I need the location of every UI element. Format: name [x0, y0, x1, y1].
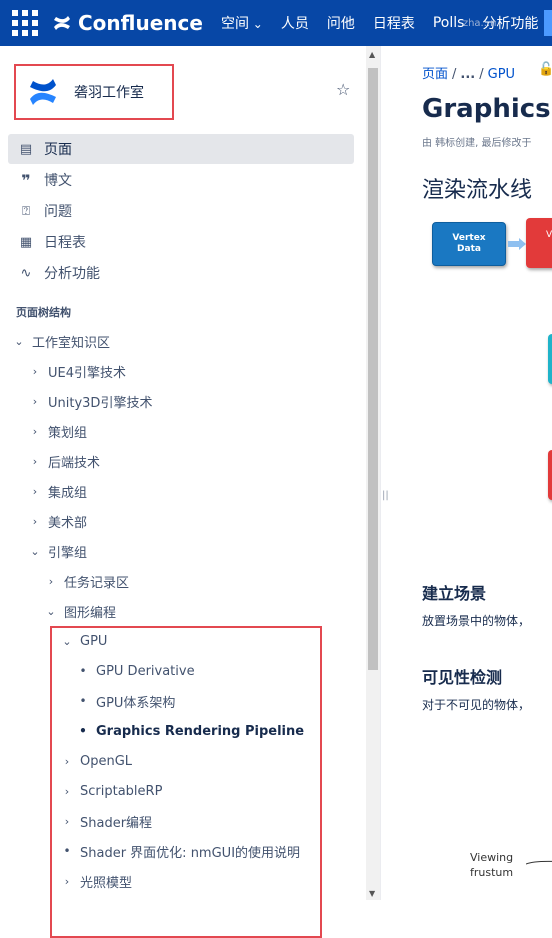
app-switcher-icon[interactable] — [12, 10, 38, 36]
tree-item-label: 任务记录区 — [64, 575, 130, 591]
space-name: 砻羽工作室 — [74, 85, 144, 101]
diagram-label: V s — [546, 230, 552, 240]
chevron-down-icon[interactable]: ⌄ — [12, 335, 26, 348]
page-tree-title: 页面树结构 — [16, 306, 71, 319]
chevron-right-icon[interactable]: › — [28, 485, 42, 498]
chevron-right-icon[interactable]: › — [28, 365, 42, 378]
sidebar-item-label: 日程表 — [44, 235, 86, 251]
breadcrumb: 页面 /... / GPU — [422, 67, 516, 82]
quote-icon: ❞ — [21, 170, 31, 190]
scroll-down-icon[interactable]: ▼ — [369, 889, 375, 898]
page-content: 页面/.../GPU 🔓 Graphics R 由 韩标创建, 最后修改于 渲染… — [386, 46, 552, 900]
tree-item-label: 工作室知识区 — [32, 335, 111, 351]
section-heading: 渲染流水线 — [422, 178, 533, 203]
nav-calendar[interactable]: 日程表 — [373, 13, 415, 33]
chevron-right-icon[interactable]: › — [28, 425, 42, 438]
nav-polls-overlay-text: zha...n — [462, 18, 497, 29]
nav-polls[interactable]: Polls zha...n — [432, 15, 497, 31]
confluence-logo-icon — [54, 16, 70, 30]
sidebar-item-label: 分析功能 — [44, 266, 100, 282]
sidebar-scrollbar[interactable]: ▲ ▼ — [366, 46, 380, 900]
tree-item-label: 后端技术 — [48, 455, 101, 471]
question-icon: ⍰ — [22, 203, 30, 219]
section-heading: 建立场景 — [422, 584, 487, 603]
tree-item-label: 策划组 — [48, 425, 88, 441]
sidebar-item-label: 博文 — [44, 173, 72, 189]
page-title: Graphics R — [422, 94, 552, 124]
sidebar-menu: ▤ 页面 ❞ 博文 ⍰ 问题 ▦ 日程表 ∿ 分析功能 — [8, 134, 354, 289]
breadcrumb-item[interactable]: 页面 — [422, 67, 448, 82]
sidebar-item-label: 页面 — [44, 142, 72, 158]
tree-item[interactable]: ⌄ 图形编程 — [44, 596, 116, 626]
highlight-box — [50, 626, 322, 938]
diagram-box — [548, 334, 552, 384]
diagram-label: Vertex — [452, 233, 486, 243]
calendar-icon: ▦ — [19, 234, 33, 250]
analytics-icon: ∿ — [20, 265, 32, 281]
diagram-label: Data — [457, 244, 481, 254]
scroll-thumb[interactable] — [368, 68, 378, 670]
tree-item-label: 引擎组 — [48, 545, 88, 561]
main-nav: 空间 人员 问他 日程表 Polls zha...n 分析功能 — [221, 13, 552, 33]
tree-item[interactable]: › 集成组 — [28, 476, 87, 506]
tree-item[interactable]: › 任务记录区 — [44, 566, 129, 596]
tree-item[interactable]: › 美术部 — [28, 506, 87, 536]
sidebar-item-blog[interactable]: ❞ 博文 — [8, 165, 354, 195]
space-header[interactable]: 砻羽工作室 — [14, 64, 174, 120]
paragraph: 放置场景中的物体， — [422, 614, 531, 628]
scroll-up-icon[interactable]: ▲ — [369, 50, 375, 59]
arrow-icon — [508, 238, 526, 250]
diagram-label: Viewing frustum — [470, 850, 513, 880]
frustum-label-line: Viewing — [470, 851, 514, 864]
frustum-label-line: frustum — [470, 866, 514, 879]
chevron-down-icon[interactable]: ⌄ — [28, 545, 42, 558]
tree-item-label: 集成组 — [48, 485, 88, 501]
page-byline: 由 韩标创建, 最后修改于 — [422, 138, 532, 149]
sidebar-item-label: 问题 — [44, 204, 72, 220]
tree-item[interactable]: ⌄ 工作室知识区 — [12, 326, 110, 356]
tree-item[interactable]: › 后端技术 — [28, 446, 100, 476]
pipeline-diagram: Vertex Data V s — [432, 218, 552, 558]
tree-item[interactable]: › Unity3D引擎技术 — [28, 386, 153, 416]
star-icon[interactable]: ☆ — [336, 80, 350, 99]
chevron-right-icon[interactable]: › — [44, 575, 58, 588]
sidebar-item-calendar[interactable]: ▦ 日程表 — [8, 227, 354, 257]
breadcrumb-item[interactable]: GPU — [488, 67, 515, 82]
confluence-brand[interactable]: Confluence — [52, 11, 203, 35]
nav-polls-label: Polls — [432, 15, 465, 31]
tree-item-label: 美术部 — [48, 515, 88, 531]
sidebar-item-questions[interactable]: ⍰ 问题 — [8, 196, 354, 226]
vertex-shader-box: V s — [526, 218, 552, 268]
confluence-logo-icon — [30, 79, 56, 105]
breadcrumb-item[interactable]: ... — [460, 67, 475, 82]
tree-item[interactable]: › 策划组 — [28, 416, 87, 446]
chevron-down-icon[interactable]: ⌄ — [44, 605, 58, 618]
tree-item-label: Unity3D引擎技术 — [48, 395, 153, 411]
tree-item-label: 图形编程 — [64, 605, 117, 621]
topbar-create-button[interactable] — [544, 10, 552, 36]
nav-people[interactable]: 人员 — [281, 13, 309, 33]
tree-item-label: UE4引擎技术 — [48, 365, 127, 381]
paragraph: 对于不可见的物体， — [422, 698, 531, 712]
page-icon: ▤ — [19, 141, 33, 157]
frustum-pointer-line — [526, 860, 552, 865]
sidebar-item-analytics[interactable]: ∿ 分析功能 — [8, 258, 354, 288]
sidebar: 砻羽工作室 ☆ ▤ 页面 ❞ 博文 ⍰ 问题 ▦ 日程表 ∿ 分析功能 页面树结… — [0, 46, 366, 938]
lock-icon[interactable]: 🔓 — [538, 62, 552, 77]
tree-item[interactable]: ⌄ 引擎组 — [28, 536, 87, 566]
brand-name: Confluence — [78, 11, 203, 35]
nav-spaces[interactable]: 空间 — [221, 13, 263, 33]
chevron-right-icon[interactable]: › — [28, 515, 42, 528]
chevron-right-icon[interactable]: › — [28, 395, 42, 408]
section-heading: 可见性检测 — [422, 668, 503, 687]
chevron-right-icon[interactable]: › — [28, 455, 42, 468]
sidebar-splitter — [380, 46, 381, 900]
tree-item[interactable]: › UE4引擎技术 — [28, 356, 126, 386]
diagram-box — [548, 450, 552, 500]
top-navigation-bar: Confluence 空间 人员 问他 日程表 Polls zha...n 分析… — [0, 0, 552, 46]
sidebar-item-pages[interactable]: ▤ 页面 — [8, 134, 354, 164]
nav-ask[interactable]: 问他 — [327, 13, 355, 33]
vertex-data-box: Vertex Data — [432, 222, 506, 266]
